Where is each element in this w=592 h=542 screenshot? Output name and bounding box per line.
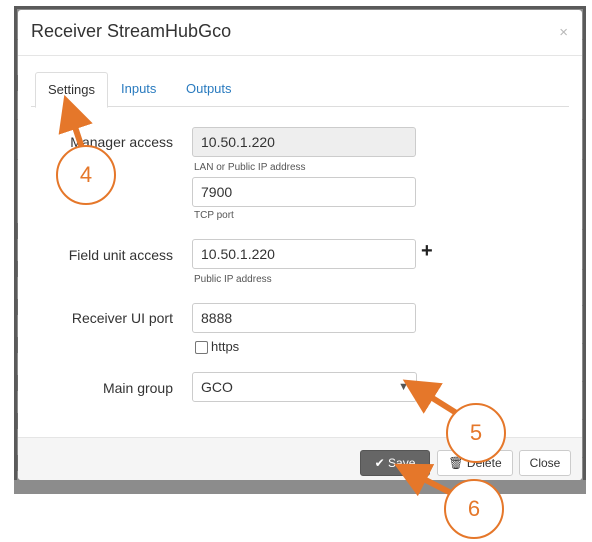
annotation-arrows [58, 94, 460, 498]
annotation-6: 6 [444, 479, 504, 539]
arrow-5 [402, 379, 460, 417]
annotation-5: 5 [446, 403, 506, 463]
annotation-4: 4 [56, 145, 116, 205]
arrow-4 [58, 94, 93, 149]
